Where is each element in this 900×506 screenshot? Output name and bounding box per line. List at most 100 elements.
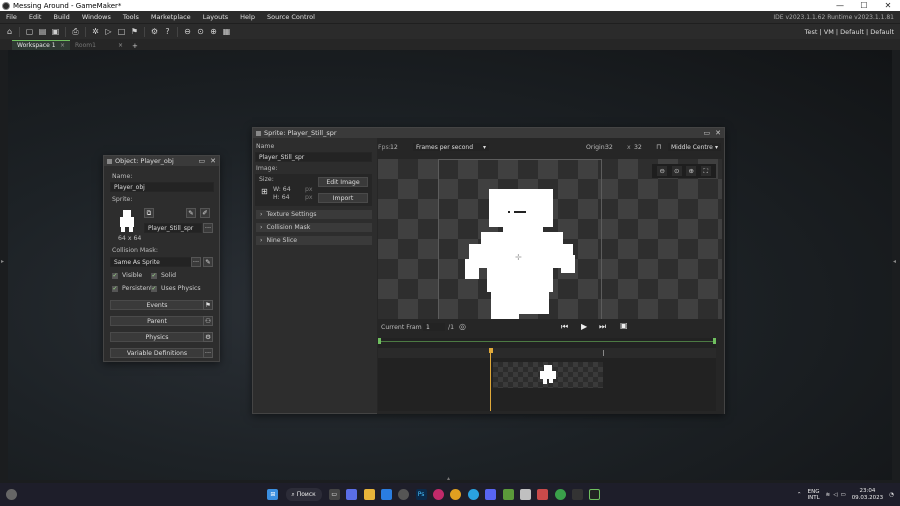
zoom-reset-icon[interactable]: ⊙ [196,27,206,37]
collision-mask-select[interactable]: Same As Sprite [110,257,192,267]
uses-physics-checkbox[interactable]: ✓ Uses Physics [151,285,201,292]
edit-sprite-icon[interactable]: ✎ [186,208,196,218]
frame-1-thumbnail[interactable] [493,362,603,388]
stop-icon[interactable]: □ [117,27,127,37]
variable-definitions-button[interactable]: Variable Definitions [110,348,204,358]
resize-icon[interactable]: ⊞ [261,187,268,196]
home-icon[interactable]: ⌂ [5,27,15,37]
skip-to-start-icon[interactable]: ⏮ [561,322,568,332]
task-view-icon[interactable]: ▭ [328,489,340,500]
current-frame-input[interactable]: 1 [422,322,446,332]
panel-close-icon[interactable]: ✕ [210,157,216,165]
panel-collapse-icon[interactable]: ▭ [704,129,711,137]
discord-icon[interactable] [485,489,497,500]
run-icon[interactable]: ▷ [104,27,114,37]
physics-button[interactable]: Physics [110,332,204,342]
photoshop-icon[interactable]: Ps [415,489,427,500]
play-icon[interactable]: ▶ [581,322,587,331]
app-icon-pink[interactable] [433,489,444,500]
object-name-input[interactable]: Player_obj [110,182,214,192]
minecraft-icon[interactable] [502,489,514,500]
sprite-canvas[interactable]: ✛ ⊖ ⊙ ⊕ ⛶ [378,159,722,319]
panel-close-icon[interactable]: ✕ [715,129,721,137]
menu-source-control[interactable]: Source Control [261,13,321,21]
menu-build[interactable]: Build [47,13,75,21]
visible-checkbox[interactable]: ✓ Visible [112,272,142,279]
open-project-icon[interactable]: ▤ [38,27,48,37]
battery-icon[interactable]: ▭ [840,492,845,498]
right-dock-handle-icon[interactable]: ◂ [893,258,899,266]
grid-icon[interactable]: ▦ [222,27,232,37]
menu-edit[interactable]: Edit [23,13,48,21]
zoom-reset-icon[interactable]: ⊙ [671,166,682,176]
file-explorer-icon[interactable] [363,489,375,500]
app-icon-dark[interactable] [572,489,583,500]
left-dock-handle-icon[interactable]: ▸ [1,258,7,266]
variable-more-button[interactable]: ··· [203,348,213,358]
sprite-edit-icon[interactable]: ⧉ [144,208,154,218]
menu-layouts[interactable]: Layouts [197,13,234,21]
origin-mode-select[interactable]: Middle Centre ▾ [667,142,722,152]
close-button[interactable]: ✕ [876,0,900,11]
parent-hierarchy-icon[interactable]: ⚇ [203,316,213,326]
weather-widget-icon[interactable] [6,489,17,500]
object-panel-header[interactable]: Object: Player_obj ▭ ✕ [104,156,219,166]
maximize-button[interactable]: ☐ [852,0,876,11]
app-icon-red[interactable] [537,489,549,500]
sprite-panel-header[interactable]: Sprite: Player_Still_spr ▭ ✕ [253,128,724,138]
nine-slice-section[interactable]: › Nine Slice [256,236,372,245]
frame-timeline[interactable] [378,338,716,411]
github-icon[interactable] [398,489,410,500]
close-tab-icon[interactable]: × [60,42,65,49]
zoom-out-icon[interactable]: ⊖ [657,166,668,176]
add-workspace-button[interactable]: + [132,42,138,50]
origin-y-value[interactable]: 32 [634,144,642,151]
zoom-out-icon[interactable]: ⊖ [183,27,193,37]
edit-image-button[interactable]: Edit Image [318,177,368,187]
telegram-icon[interactable] [467,489,479,500]
sprite-name-input[interactable]: Player_Still_spr [255,152,372,162]
collision-mask-section[interactable]: › Collision Mask [256,223,372,232]
range-end-handle[interactable] [713,338,716,344]
taskbar-search[interactable]: ⌕ Поиск [285,488,322,501]
tab-workspace-1[interactable]: Workspace 1 × [12,40,70,50]
onion-skin-icon[interactable]: ◎ [459,322,466,331]
clock[interactable]: 23:04 09.03.2023 [852,488,884,502]
tab-room1[interactable]: Room1 × [70,40,128,50]
save-project-icon[interactable]: ▣ [51,27,61,37]
settings-icon[interactable]: ⚙ [150,27,160,37]
clean-icon[interactable]: ⚑ [130,27,140,37]
wifi-icon[interactable]: ≋ [826,492,831,498]
physics-gear-icon[interactable]: ⚙ [203,332,213,342]
language-indicator[interactable]: ENG INTL [807,489,819,501]
menu-tools[interactable]: Tools [117,13,145,21]
origin-x-value[interactable]: 32 [605,144,613,151]
sprite-thumbnail[interactable] [112,206,142,236]
fps-value[interactable]: 12 [390,144,398,151]
sprite-brush-icon[interactable]: ✐ [200,208,210,218]
app-icon-orange[interactable] [450,489,462,500]
fit-to-screen-icon[interactable]: ⛶ [700,166,711,176]
sprite-more-button[interactable]: ··· [203,223,213,233]
import-button[interactable]: Import [318,193,368,203]
gamemaker-taskbar-icon[interactable] [589,489,601,500]
help-icon[interactable]: ? [163,27,173,37]
solid-checkbox[interactable]: ✓ Solid [151,272,176,279]
sprite-select[interactable]: Player_Still_spr [144,223,202,233]
build-target[interactable]: Test | VM | Default | Default [805,28,900,36]
persistent-checkbox[interactable]: ✓ Persistent [112,285,153,292]
edge-icon[interactable] [380,489,392,500]
menu-help[interactable]: Help [234,13,261,21]
menu-file[interactable]: File [0,13,23,21]
events-flag-icon[interactable]: ⚑ [203,300,213,310]
teams-icon[interactable] [346,489,358,500]
fps-mode-select[interactable]: Frames per second ▾ [412,142,490,152]
app-icon-green[interactable] [554,489,566,500]
new-project-icon[interactable]: ▢ [25,27,35,37]
skip-to-end-icon[interactable]: ⏭ [599,322,606,332]
zoom-in-icon[interactable]: ⊕ [686,166,697,176]
paint-icon[interactable] [519,489,531,500]
origin-crosshair-icon[interactable]: ✛ [515,253,522,262]
collision-edit-icon[interactable]: ✎ [203,257,213,267]
bottom-dock-handle-icon[interactable]: ▴ [447,475,450,482]
